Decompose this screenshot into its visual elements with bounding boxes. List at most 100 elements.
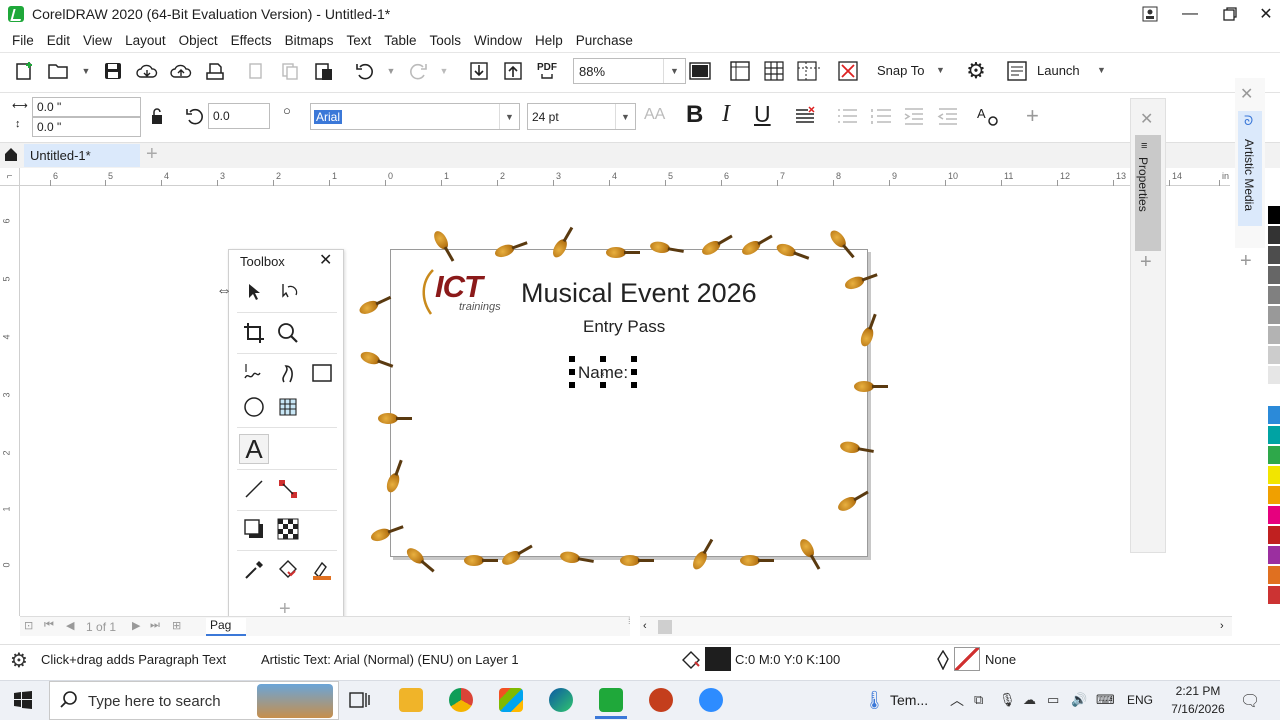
- show-guidelines-icon[interactable]: [796, 59, 820, 83]
- microphone-icon[interactable]: 🎙: [999, 692, 1016, 708]
- launch-icon[interactable]: [1005, 59, 1029, 83]
- tray-chevron-icon[interactable]: ︿: [950, 690, 964, 710]
- tray-app-icon[interactable]: ⧉: [974, 692, 983, 708]
- palette-swatch[interactable]: [1268, 526, 1280, 544]
- event-title[interactable]: Musical Event 2026: [521, 278, 757, 309]
- outline-none-swatch[interactable]: [954, 647, 980, 671]
- artistic-media-tab[interactable]: ᘐ Artistic Media: [1238, 111, 1262, 226]
- add-icon[interactable]: +: [1026, 103, 1039, 129]
- account-icon[interactable]: [1132, 0, 1168, 28]
- snap-to-button[interactable]: Snap To: [877, 63, 924, 78]
- palette-swatch[interactable]: [1268, 226, 1280, 244]
- drop-shadow-tool-icon[interactable]: [241, 516, 267, 542]
- show-grid-icon[interactable]: [762, 59, 786, 83]
- taskbar-search-box[interactable]: Type here to search: [49, 681, 339, 720]
- status-settings-icon[interactable]: ⚙: [10, 648, 28, 673]
- bold-button[interactable]: B: [686, 101, 703, 129]
- redo-icon[interactable]: [406, 59, 430, 83]
- cloud-upload-icon[interactable]: [169, 59, 193, 83]
- menu-object[interactable]: Object: [179, 33, 218, 48]
- edge-icon[interactable]: [549, 688, 573, 712]
- interactive-fill-tool-icon[interactable]: [275, 557, 301, 583]
- menu-edit[interactable]: Edit: [47, 33, 70, 48]
- previous-page-icon[interactable]: ◀: [66, 619, 74, 632]
- menu-text[interactable]: Text: [346, 33, 371, 48]
- print-icon[interactable]: [203, 59, 227, 83]
- menu-effects[interactable]: Effects: [231, 33, 272, 48]
- paste-icon[interactable]: [312, 59, 336, 83]
- close-window-button[interactable]: ✕: [1248, 0, 1280, 28]
- rotation-angle-field[interactable]: 0.0: [208, 103, 270, 129]
- keyboard-icon[interactable]: ⌨: [1096, 692, 1115, 708]
- menu-help[interactable]: Help: [535, 33, 563, 48]
- scroll-thumb[interactable]: [658, 620, 672, 634]
- launch-dropdown-icon[interactable]: ▼: [1097, 65, 1106, 75]
- docker-close-icon[interactable]: ✕: [1140, 109, 1153, 129]
- underline-button[interactable]: U: [754, 101, 771, 128]
- palette-swatch[interactable]: [1268, 346, 1280, 364]
- italic-button[interactable]: I: [722, 101, 730, 128]
- scroll-left-icon[interactable]: ‹: [643, 620, 647, 632]
- palette-swatch[interactable]: [1268, 366, 1280, 384]
- toolbox-close-icon[interactable]: ✕: [319, 250, 332, 270]
- scroll-grip-icon[interactable]: ⁞: [628, 616, 640, 636]
- palette-swatch[interactable]: [1268, 506, 1280, 524]
- object-x-field[interactable]: 0.0 ": [32, 97, 141, 117]
- ellipse-tool-icon[interactable]: [241, 394, 267, 420]
- palette-swatch[interactable]: [1268, 546, 1280, 564]
- open-folder-icon[interactable]: [47, 59, 71, 83]
- launch-button[interactable]: Launch: [1037, 63, 1080, 78]
- first-page-icon[interactable]: ⏮: [44, 619, 54, 632]
- palette-swatch[interactable]: [1268, 406, 1280, 424]
- menu-table[interactable]: Table: [384, 33, 416, 48]
- rectangle-tool-icon[interactable]: [309, 360, 335, 386]
- snap-off-icon[interactable]: [836, 59, 860, 83]
- pick-tool-icon[interactable]: [241, 279, 267, 305]
- text-tool-icon[interactable]: A: [239, 434, 269, 464]
- zoom-tool-icon[interactable]: [275, 320, 301, 346]
- transparency-tool-icon[interactable]: [275, 516, 301, 542]
- color-palette[interactable]: [1268, 186, 1280, 616]
- coreldraw-taskbar-icon[interactable]: [599, 688, 623, 712]
- redo-dropdown-icon[interactable]: ▼: [432, 59, 456, 83]
- add-page-icon[interactable]: ⊞: [172, 619, 181, 632]
- object-y-field[interactable]: 0.0 ": [32, 117, 141, 137]
- menu-tools[interactable]: Tools: [430, 33, 462, 48]
- palette-swatch[interactable]: [1268, 326, 1280, 344]
- battery-icon[interactable]: ▭: [1047, 692, 1059, 708]
- palette-swatch[interactable]: [1268, 386, 1280, 404]
- palette-swatch[interactable]: [1268, 246, 1280, 264]
- open-dropdown-icon[interactable]: ▼: [74, 59, 98, 83]
- menu-view[interactable]: View: [83, 33, 112, 48]
- save-icon[interactable]: [101, 59, 125, 83]
- minimize-button[interactable]: —: [1172, 0, 1208, 28]
- connector-tool-icon[interactable]: [275, 476, 301, 502]
- page-tab[interactable]: Pag: [206, 618, 246, 636]
- event-subtitle[interactable]: Entry Pass: [583, 317, 665, 337]
- artistic-media-tool-icon[interactable]: [275, 360, 301, 386]
- maximize-button[interactable]: [1212, 0, 1248, 28]
- properties-tab[interactable]: ≡ Properties: [1135, 135, 1161, 251]
- clock-date[interactable]: 7/16/2026: [1163, 702, 1233, 716]
- undo-dropdown-icon[interactable]: ▼: [379, 59, 403, 83]
- home-icon[interactable]: [3, 146, 19, 165]
- undo-icon[interactable]: [353, 59, 377, 83]
- font-family-select[interactable]: Arial ▼: [310, 103, 520, 130]
- smart-fill-tool-icon[interactable]: [309, 557, 335, 583]
- zoom-level-select[interactable]: 88% ▼: [573, 58, 686, 84]
- new-tab-icon[interactable]: +: [146, 143, 158, 166]
- windows-start-icon[interactable]: [14, 691, 32, 712]
- palette-swatch[interactable]: [1268, 206, 1280, 224]
- menu-window[interactable]: Window: [474, 33, 522, 48]
- show-rulers-icon[interactable]: [728, 59, 752, 83]
- copy-icon[interactable]: [278, 59, 302, 83]
- ruler-origin-icon[interactable]: ⌐: [0, 168, 20, 186]
- horizontal-ruler[interactable]: 6 5 4 3 2 1 0 1 2 3 4 5 6 7 8 9 10 11 12 13 14 in: [0, 168, 1230, 186]
- last-page-icon[interactable]: ⏭: [150, 619, 160, 632]
- palette-swatch[interactable]: [1268, 266, 1280, 284]
- powerpoint-icon[interactable]: [649, 688, 673, 712]
- full-screen-preview-icon[interactable]: [688, 59, 712, 83]
- options-gear-icon[interactable]: ⚙: [964, 58, 988, 83]
- volume-icon[interactable]: 🔊: [1071, 692, 1087, 708]
- weather-text[interactable]: Tem...: [890, 692, 928, 708]
